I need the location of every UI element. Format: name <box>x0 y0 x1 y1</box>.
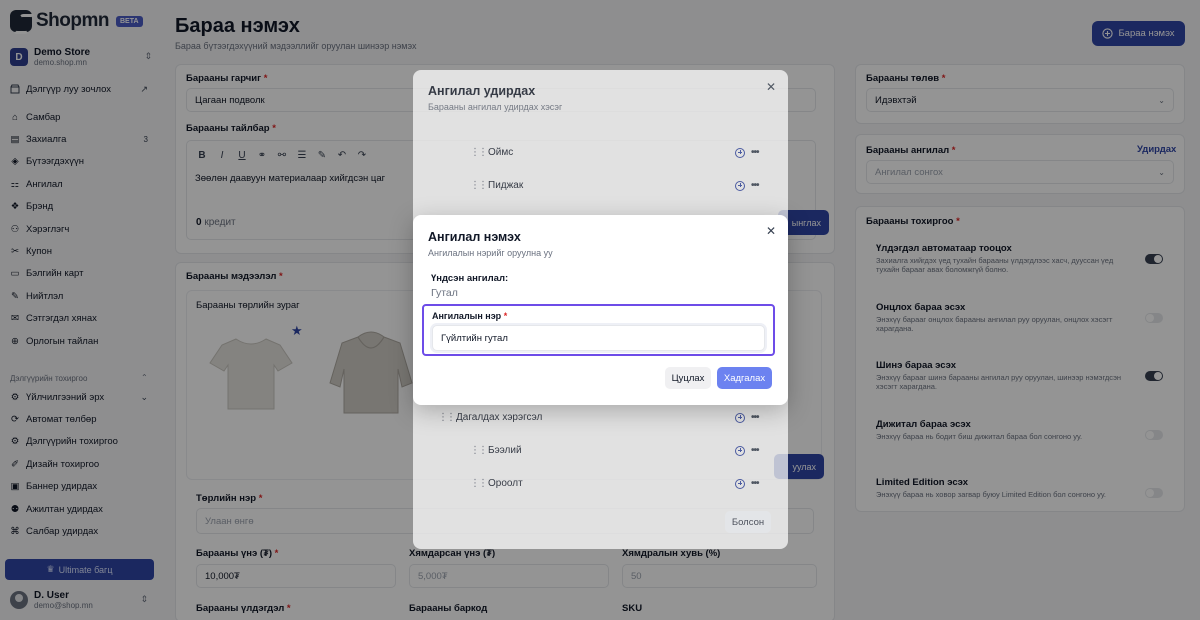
parent-category-label: Үндсэн ангилал: <box>431 273 509 284</box>
category-name: Ороолт <box>488 477 523 489</box>
add-modal-subtitle: Ангилалын нэрийг оруулна уу <box>428 248 553 258</box>
add-subcategory-icon[interactable] <box>735 478 745 489</box>
manage-modal-title: Ангилал удирдах <box>428 84 536 98</box>
more-options-icon[interactable]: ••• <box>751 445 759 456</box>
category-actions: ••• <box>735 412 759 423</box>
add-subcategory-icon[interactable] <box>735 180 745 191</box>
category-row[interactable]: ⋮⋮ Ороолт <box>470 475 523 491</box>
category-row[interactable]: ⋮⋮ Дагалдах хэрэгсэл <box>438 409 542 425</box>
category-actions: ••• <box>735 445 759 456</box>
more-options-icon[interactable]: ••• <box>751 412 759 423</box>
category-name-group: Ангилалын нэр * Гүйлтийн гутал <box>422 304 775 356</box>
add-modal-title: Ангилал нэмэх <box>428 230 521 244</box>
add-category-modal: Ангилал нэмэх Ангилалын нэрийг оруулна у… <box>413 215 788 405</box>
add-subcategory-icon[interactable] <box>735 412 745 423</box>
close-icon[interactable]: ✕ <box>766 224 776 238</box>
category-row[interactable]: ⋮⋮ Пиджак <box>470 177 523 193</box>
category-name-label: Ангилалын нэр * <box>432 311 508 321</box>
drag-handle-icon[interactable]: ⋮⋮ <box>438 412 456 423</box>
add-subcategory-icon[interactable] <box>735 147 745 158</box>
category-name: Бээлий <box>488 444 522 456</box>
cancel-button[interactable]: Цуцлах <box>665 367 711 389</box>
drag-handle-icon[interactable]: ⋮⋮ <box>470 445 488 456</box>
category-name: Дагалдах хэрэгсэл <box>456 411 543 423</box>
drag-handle-icon[interactable]: ⋮⋮ <box>470 147 488 158</box>
close-icon[interactable]: ✕ <box>766 80 776 94</box>
manage-modal-subtitle: Барааны ангилал удирдах хэсэг <box>428 102 563 112</box>
category-name: Оймс <box>488 146 514 158</box>
category-row[interactable]: ⋮⋮ Оймс <box>470 144 513 160</box>
category-name-input[interactable]: Гүйлтийн гутал <box>432 325 765 351</box>
more-options-icon[interactable]: ••• <box>751 147 759 158</box>
category-actions: ••• <box>735 478 759 489</box>
add-subcategory-icon[interactable] <box>735 445 745 456</box>
more-options-icon[interactable]: ••• <box>751 180 759 191</box>
category-actions: ••• <box>735 180 759 191</box>
category-row[interactable]: ⋮⋮ Бээлий <box>470 442 522 458</box>
category-actions: ••• <box>735 147 759 158</box>
drag-handle-icon[interactable]: ⋮⋮ <box>470 180 488 191</box>
done-button[interactable]: Болсон <box>725 511 771 533</box>
drag-handle-icon[interactable]: ⋮⋮ <box>470 478 488 489</box>
category-name: Пиджак <box>488 179 524 191</box>
parent-category-value: Гутал <box>431 287 458 299</box>
more-options-icon[interactable]: ••• <box>751 478 759 489</box>
save-button[interactable]: Хадгалах <box>717 367 772 389</box>
